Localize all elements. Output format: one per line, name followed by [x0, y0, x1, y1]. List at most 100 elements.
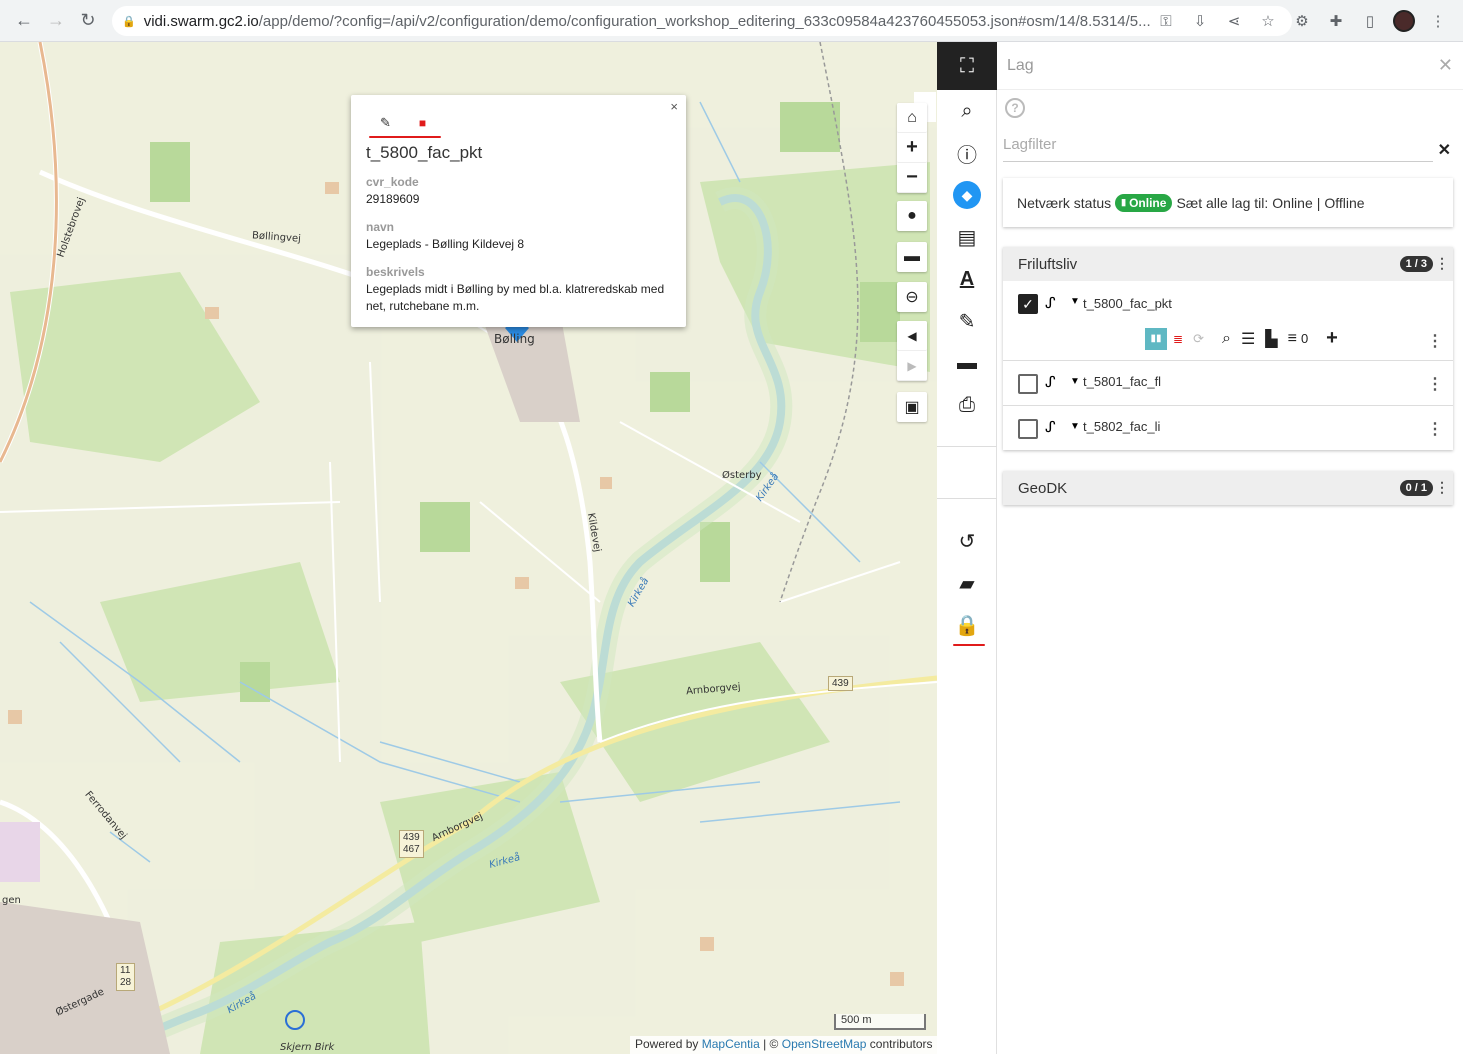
group-header[interactable]: Friluftsliv 1 / 3 ⋮ — [1003, 247, 1453, 281]
back-icon[interactable]: ← — [8, 5, 40, 37]
layer-row: ᔑ ▼ t_5802_fac_li ⋮ — [1003, 406, 1453, 450]
group-name: Friluftsliv — [1018, 255, 1078, 273]
filter-icon[interactable]: ≡ — [1288, 330, 1297, 348]
road-shield-bottom: 467 — [403, 844, 420, 855]
place-label: Bølling — [494, 332, 535, 346]
panel-title: Lag — [1007, 56, 1034, 74]
key-icon[interactable]: ⚿ — [1151, 6, 1181, 36]
feature-popup: × ✎ ■ t_5800_fac_pkt cvr_kode 29189609 n… — [351, 95, 686, 327]
set-all-label: Sæt alle lag til: — [1176, 194, 1269, 211]
layer-menu-icon[interactable]: ⋮ — [1427, 331, 1443, 351]
group-name: GeoDK — [1018, 479, 1068, 497]
map-canvas[interactable]: Bøllingvej Holstebrovej Østerby Kildevej… — [0, 42, 937, 1054]
fullscreen-icon[interactable]: ⛶ — [937, 42, 997, 90]
close-icon[interactable]: ✕ — [1438, 55, 1453, 76]
caret-down-icon[interactable]: ▼ — [1070, 376, 1080, 387]
table-icon[interactable]: ▙ — [1265, 329, 1277, 349]
star-icon[interactable]: ☆ — [1253, 6, 1283, 36]
line-style-icon: ᔑ — [1045, 419, 1056, 436]
reset-icon[interactable]: ↺ — [952, 526, 982, 556]
home-icon[interactable]: ⌂ — [897, 103, 927, 133]
annotation-underline — [953, 644, 985, 646]
group-header[interactable]: GeoDK 0 / 1 ⋮ — [1003, 471, 1453, 505]
layer-group-friluftsliv: Friluftsliv 1 / 3 ⋮ ✓ ᔑ ▼ t_5800_fac_pkt… — [1003, 247, 1453, 450]
list-icon[interactable]: ☰ — [1241, 329, 1255, 349]
profile-avatar[interactable] — [1389, 6, 1419, 36]
layer-menu-icon[interactable]: ⋮ — [1427, 374, 1443, 394]
layer-row: ᔑ ▼ t_5801_fac_fl ⋮ — [1003, 361, 1453, 406]
address-bar[interactable]: 🔒 vidi.swarm.gc2.io/app/demo/?config=/ap… — [112, 6, 1292, 36]
set-offline-link[interactable]: Offline — [1324, 195, 1364, 211]
add-icon[interactable]: + — [1326, 327, 1338, 350]
scale-bar: 500 m — [834, 1014, 926, 1030]
share-icon[interactable]: ⋖ — [1219, 6, 1249, 36]
group-count-badge: 0 / 1 — [1399, 480, 1433, 496]
draw-pencil-icon[interactable]: ✎ — [952, 306, 982, 336]
database-icon[interactable]: ≣ — [1173, 332, 1183, 346]
field-label: beskrivels — [366, 265, 425, 279]
caret-down-icon[interactable]: ▼ — [1070, 296, 1080, 307]
clear-icon[interactable]: ⊖ — [897, 282, 927, 312]
measure-ruler-icon[interactable]: ▬ — [897, 242, 927, 272]
set-online-link[interactable]: Online — [1272, 195, 1312, 211]
search-icon[interactable]: ⌕ — [1222, 330, 1231, 348]
popup-close-button[interactable]: × — [670, 99, 678, 114]
refresh-icon[interactable]: ⟳ — [1193, 331, 1204, 347]
group-count-badge: 1 / 3 — [1399, 256, 1433, 272]
menu-icon[interactable]: ⋮ — [1423, 6, 1453, 36]
zoom-out-button[interactable]: − — [897, 163, 927, 193]
caret-down-icon[interactable]: ▼ — [1070, 421, 1080, 432]
url-path: /app/demo/?config=/api/v2/configuration/… — [258, 12, 1151, 30]
folder-icon[interactable]: ▬ — [952, 348, 982, 378]
history-forward-icon[interactable]: ▶ — [897, 351, 927, 381]
layer-row: ✓ ᔑ ▼ t_5800_fac_pkt ▮▮ ≣ ⟳ ⌕ ☰ ▙ ≡ 0 + … — [1003, 281, 1453, 361]
text-style-icon[interactable]: A — [952, 264, 982, 294]
screenshot-icon[interactable]: ▣ — [897, 392, 927, 422]
attribution-mid: | © — [763, 1037, 779, 1051]
lock-icon[interactable]: 🔒 — [952, 610, 982, 640]
search-icon[interactable]: ⌕ — [952, 96, 982, 126]
layer-checkbox[interactable]: ✓ — [1018, 294, 1038, 314]
signal-icon[interactable]: ▮▮ — [1145, 327, 1167, 350]
road-shield-top: 11 — [120, 965, 131, 976]
field-value: 29189609 — [366, 192, 420, 206]
place-label: gen — [2, 895, 21, 906]
map-icon[interactable]: ▤ — [952, 222, 982, 252]
edit-pencil-icon[interactable]: ✎ — [380, 115, 391, 131]
attribution-prefix: Powered by — [635, 1037, 699, 1051]
mapcentia-link[interactable]: MapCentia — [702, 1037, 760, 1051]
sidepanel-icon[interactable]: ▯ — [1355, 6, 1385, 36]
layer-filter-input[interactable]: Lagfilter — [1003, 132, 1433, 162]
filter-count: 0 — [1300, 331, 1309, 346]
forward-icon[interactable]: → — [40, 5, 72, 37]
location-pin-icon[interactable]: ● — [897, 201, 927, 231]
group-menu-icon[interactable]: ⋮ — [1435, 479, 1449, 496]
layers-icon[interactable]: ◆ — [952, 180, 982, 210]
reload-icon[interactable]: ↻ — [72, 5, 104, 37]
layer-name[interactable]: t_5801_fac_fl — [1083, 374, 1161, 389]
layer-checkbox[interactable] — [1018, 419, 1038, 439]
field-label: cvr_kode — [366, 175, 419, 189]
layer-name[interactable]: t_5802_fac_li — [1083, 419, 1160, 434]
url-host: vidi.swarm.gc2.io — [143, 12, 259, 30]
install-icon[interactable]: ⇩ — [1185, 6, 1215, 36]
delete-trash-icon[interactable]: ■ — [419, 116, 426, 130]
info-icon[interactable]: ⓘ — [952, 138, 982, 168]
chat-icon[interactable]: ▰ — [952, 568, 982, 598]
osm-link[interactable]: OpenStreetMap — [782, 1037, 867, 1051]
print-icon[interactable]: ⎙ — [952, 390, 982, 420]
signal-icon: ▮ — [1121, 197, 1127, 207]
line-style-icon: ᔑ — [1045, 295, 1056, 312]
puzzle-icon[interactable]: ✚ — [1321, 6, 1351, 36]
network-label: Netværk status — [1017, 194, 1112, 211]
group-menu-icon[interactable]: ⋮ — [1435, 255, 1449, 272]
clear-filter-icon[interactable]: ✕ — [1438, 140, 1451, 160]
layer-checkbox[interactable] — [1018, 374, 1038, 394]
layer-menu-icon[interactable]: ⋮ — [1427, 419, 1443, 439]
layer-name[interactable]: t_5800_fac_pkt — [1083, 296, 1172, 311]
layer-group-geodk: GeoDK 0 / 1 ⋮ — [1003, 471, 1453, 505]
help-icon[interactable]: ? — [1005, 98, 1025, 118]
history-back-icon[interactable]: ◀ — [897, 321, 927, 351]
extension-gear-icon[interactable]: ⚙ — [1287, 6, 1317, 36]
zoom-in-button[interactable]: + — [897, 133, 927, 163]
